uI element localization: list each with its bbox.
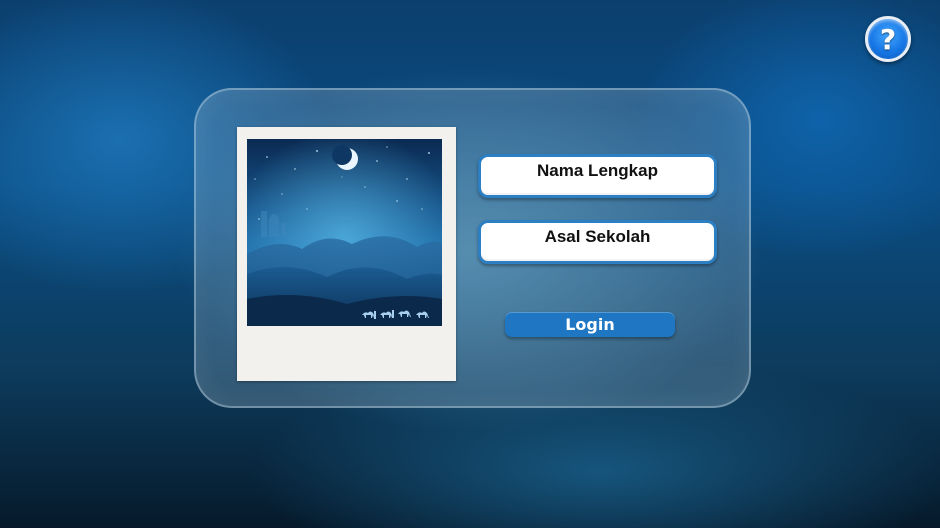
polaroid-frame (237, 127, 456, 381)
help-button[interactable]: ? (865, 16, 911, 62)
school-field[interactable]: Asal Sekolah (478, 220, 717, 264)
desert-night-illustration (247, 139, 442, 326)
full-name-field[interactable]: Nama Lengkap (478, 154, 717, 198)
question-mark-icon: ? (879, 22, 897, 56)
full-name-label: Nama Lengkap (537, 161, 658, 180)
school-label: Asal Sekolah (544, 227, 651, 246)
login-label: Login (565, 315, 615, 334)
desert-night-scene-icon (247, 139, 442, 326)
login-button[interactable]: Login (505, 312, 675, 337)
